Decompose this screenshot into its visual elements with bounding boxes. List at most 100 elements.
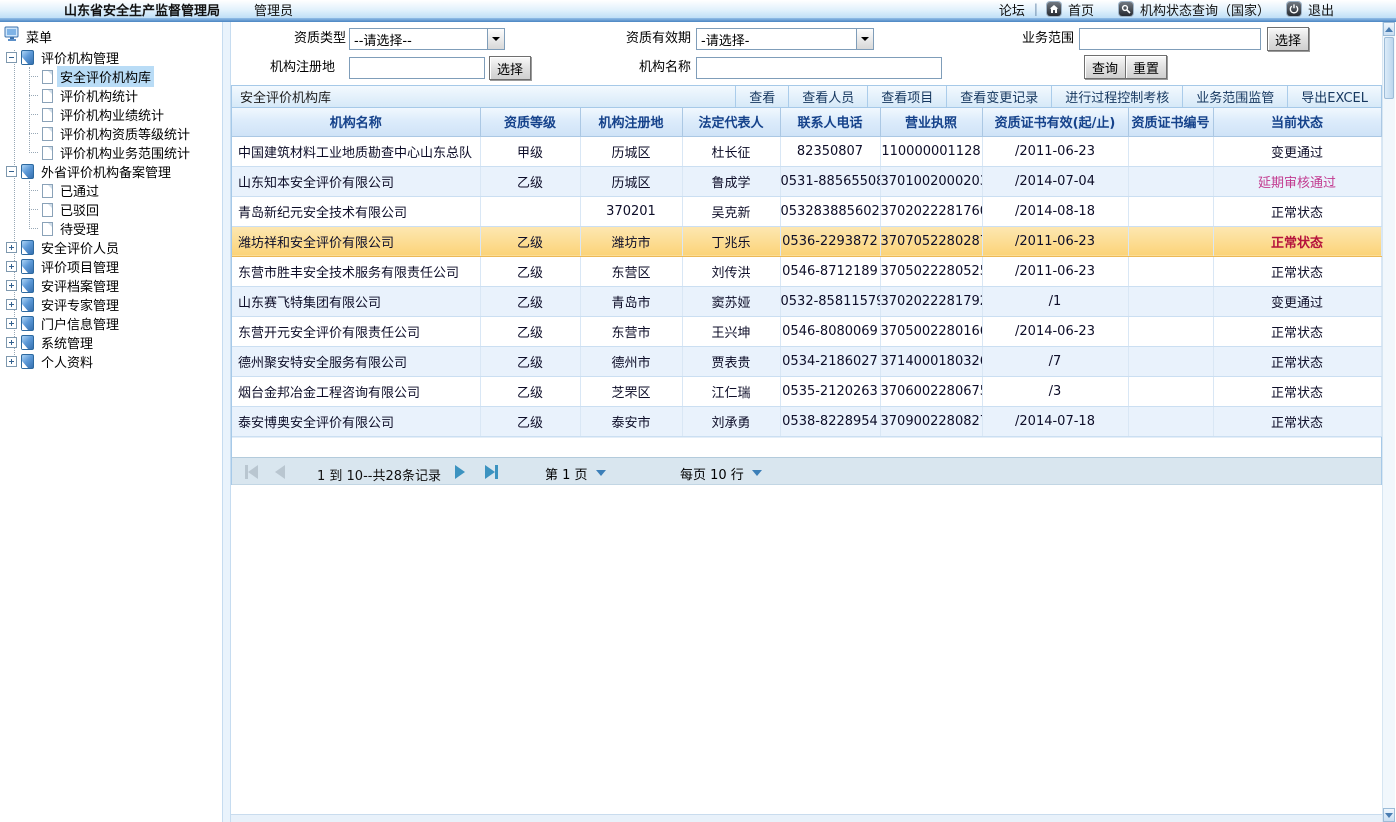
cell-registration[interactable]: 德州市 <box>580 346 682 376</box>
cell-cert-validity[interactable]: /3 <box>982 376 1128 406</box>
cell-status[interactable]: 正常状态 <box>1213 346 1381 376</box>
cell-registration[interactable]: 东营市 <box>580 316 682 346</box>
column-header[interactable]: 机构注册地 <box>580 108 682 136</box>
cell-cert-number[interactable] <box>1128 346 1213 376</box>
cell-cert-number[interactable] <box>1128 196 1213 226</box>
cell-legal-rep[interactable]: 吴克新 <box>682 196 780 226</box>
scrollbar-thumb[interactable] <box>1384 37 1394 99</box>
cell-phone[interactable]: 0535-2120263 <box>780 376 880 406</box>
cell-registration[interactable]: 东营区 <box>580 256 682 286</box>
first-page-button[interactable] <box>245 465 258 479</box>
cell-legal-rep[interactable]: 鲁成学 <box>682 166 780 196</box>
cell-cert-validity[interactable]: /1 <box>982 286 1128 316</box>
vertical-scrollbar[interactable] <box>1382 22 1395 822</box>
cell-grade[interactable]: 甲级 <box>480 136 580 166</box>
cell-license[interactable]: 370202228176047 <box>880 196 982 226</box>
scroll-down-button[interactable] <box>1383 808 1395 822</box>
cell-license[interactable]: 370500228016690 <box>880 316 982 346</box>
cell-org-name[interactable]: 泰安博奥安全评价有限公司 <box>232 406 480 436</box>
cell-org-name[interactable]: 烟台金邦冶金工程咨询有限公司 <box>232 376 480 406</box>
cell-license[interactable]: 370600228067571 <box>880 376 982 406</box>
business-scope-select-button[interactable]: 选择 <box>1267 27 1309 51</box>
plus-box-icon[interactable] <box>6 261 17 272</box>
cell-org-name[interactable]: 德州聚安特安全服务有限公司 <box>232 346 480 376</box>
cell-phone[interactable]: 0534-2186027 <box>780 346 880 376</box>
cell-grade[interactable]: 乙级 <box>480 346 580 376</box>
toolbar-button[interactable]: 进行过程控制考核 <box>1051 86 1182 107</box>
cell-grade[interactable]: 乙级 <box>480 316 580 346</box>
plus-box-icon[interactable] <box>6 337 17 348</box>
cell-status[interactable]: 正常状态 <box>1213 226 1381 256</box>
cell-registration[interactable]: 历城区 <box>580 166 682 196</box>
sidebar-group-safety-evaluators[interactable]: 安全评价人员 <box>4 238 222 257</box>
plus-box-icon[interactable] <box>6 318 17 329</box>
org-status-query-icon[interactable] <box>1119 2 1133 16</box>
sidebar-group-evaluation-projects[interactable]: 评价项目管理 <box>4 257 222 276</box>
cell-cert-validity[interactable]: /2014-06-23 <box>982 316 1128 346</box>
sidebar-group-out-province-org-filing[interactable]: 外省评价机构备案管理 <box>4 162 222 181</box>
table-row[interactable]: 青岛新纪元安全技术有限公司 370201 吴克新 053283885602 37… <box>232 196 1381 226</box>
org-name-input[interactable] <box>696 57 942 79</box>
column-header[interactable]: 资质等级 <box>480 108 580 136</box>
qualification-type-select[interactable]: --请选择-- <box>349 28 505 50</box>
cell-cert-validity[interactable]: /2011-06-23 <box>982 256 1128 286</box>
validity-select[interactable]: -请选择- <box>696 28 874 50</box>
sidebar-group-evaluation-archives[interactable]: 安评档案管理 <box>4 276 222 295</box>
cell-status[interactable]: 正常状态 <box>1213 196 1381 226</box>
cell-grade[interactable]: 乙级 <box>480 166 580 196</box>
sidebar-group-portal-info[interactable]: 门户信息管理 <box>4 314 222 333</box>
cell-grade[interactable]: 乙级 <box>480 376 580 406</box>
cell-org-name[interactable]: 东营开元安全评价有限责任公司 <box>232 316 480 346</box>
cell-license[interactable]: 370202228179262 <box>880 286 982 316</box>
table-row[interactable]: 东营开元安全评价有限责任公司 乙级 东营市 王兴坤 0546-8080069 3… <box>232 316 1381 346</box>
cell-org-name[interactable]: 山东赛飞特集团有限公司 <box>232 286 480 316</box>
cell-registration[interactable]: 潍坊市 <box>580 226 682 256</box>
toolbar-button[interactable]: 导出EXCEL <box>1287 86 1381 107</box>
cell-registration[interactable]: 历城区 <box>580 136 682 166</box>
org-status-query-link[interactable]: 机构状态查询（国家） <box>1140 0 1270 19</box>
sidebar-group-system-management[interactable]: 系统管理 <box>4 333 222 352</box>
cell-cert-validity[interactable]: /2011-06-23 <box>982 136 1128 166</box>
plus-box-icon[interactable] <box>6 242 17 253</box>
sidebar-item-passed[interactable]: 已通过 <box>4 181 222 200</box>
cell-phone[interactable]: 0531-88565508 <box>780 166 880 196</box>
toolbar-button[interactable]: 查看 <box>735 86 788 107</box>
registration-select-button[interactable]: 选择 <box>489 56 531 80</box>
last-page-button[interactable] <box>485 465 498 479</box>
cell-license[interactable]: 110000001128 <box>880 136 982 166</box>
column-header[interactable]: 当前状态 <box>1213 108 1381 136</box>
query-button[interactable]: 查询 <box>1084 55 1126 79</box>
cell-org-name[interactable]: 东营市胜丰安全技术服务有限责任公司 <box>232 256 480 286</box>
cell-legal-rep[interactable]: 杜长征 <box>682 136 780 166</box>
cell-license[interactable]: 370502228052533 <box>880 256 982 286</box>
cell-license[interactable]: 371400018032657 <box>880 346 982 376</box>
dropdown-arrow-icon[interactable] <box>487 29 504 49</box>
cell-cert-number[interactable] <box>1128 136 1213 166</box>
cell-grade[interactable]: 乙级 <box>480 226 580 256</box>
plus-box-icon[interactable] <box>6 299 17 310</box>
cell-cert-validity[interactable]: /2014-08-18 <box>982 196 1128 226</box>
cell-registration[interactable]: 泰安市 <box>580 406 682 436</box>
cell-status[interactable]: 正常状态 <box>1213 406 1381 436</box>
cell-license[interactable]: 370100200020344 <box>880 166 982 196</box>
minus-box-icon[interactable] <box>6 52 17 63</box>
toolbar-button[interactable]: 查看人员 <box>788 86 867 107</box>
cell-phone[interactable]: 0538-8228954 <box>780 406 880 436</box>
cell-phone[interactable]: 0536-2293872 <box>780 226 880 256</box>
cell-registration[interactable]: 青岛市 <box>580 286 682 316</box>
table-row[interactable]: 烟台金邦冶金工程咨询有限公司 乙级 芝罘区 江仁瑞 0535-2120263 3… <box>232 376 1381 406</box>
cell-legal-rep[interactable]: 刘承勇 <box>682 406 780 436</box>
table-row[interactable]: 中国建筑材料工业地质勘查中心山东总队 甲级 历城区 杜长征 82350807 1… <box>232 136 1381 166</box>
bottom-scrollbar[interactable] <box>231 814 1382 822</box>
sidebar-item-safety-org-library[interactable]: 安全评价机构库 <box>4 67 222 86</box>
plus-box-icon[interactable] <box>6 280 17 291</box>
cell-status[interactable]: 正常状态 <box>1213 316 1381 346</box>
table-row[interactable]: 东营市胜丰安全技术服务有限责任公司 乙级 东营区 刘传洪 0546-871218… <box>232 256 1381 286</box>
sidebar-group-evaluation-experts[interactable]: 安评专家管理 <box>4 295 222 314</box>
cell-status[interactable]: 正常状态 <box>1213 376 1381 406</box>
sidebar-splitter[interactable] <box>222 22 231 822</box>
cell-legal-rep[interactable]: 窦苏娅 <box>682 286 780 316</box>
page-number-select[interactable]: 第 1 页 <box>545 464 606 483</box>
toolbar-button[interactable]: 业务范围监管 <box>1182 86 1287 107</box>
cell-legal-rep[interactable]: 刘传洪 <box>682 256 780 286</box>
